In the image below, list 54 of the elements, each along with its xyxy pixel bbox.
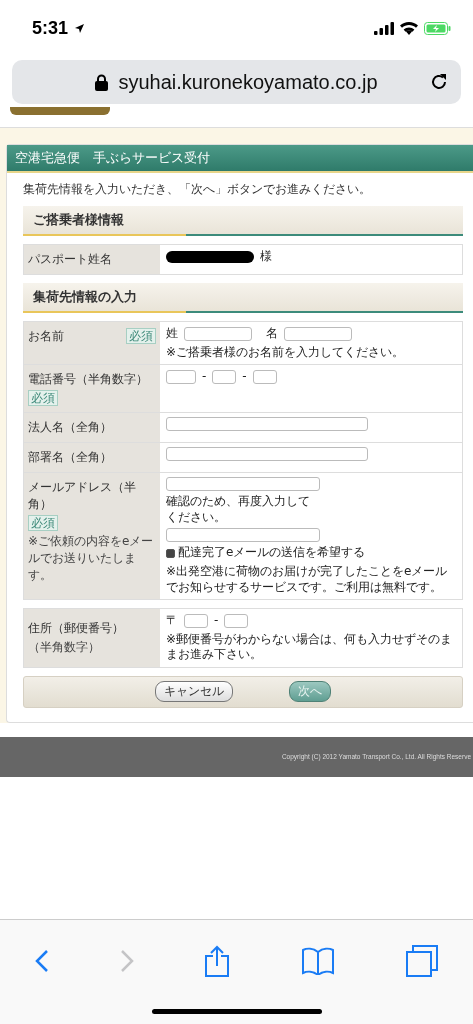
field-label: （半角数字） [28,639,101,657]
field-label: 電話番号（半角数字） [28,371,148,389]
clock-time: 5:31 [32,17,69,39]
field-label: 部署名（全角） [28,449,112,467]
reload-icon[interactable] [429,72,449,92]
field-label: お名前 [28,328,64,345]
battery-charging-icon [424,21,451,35]
field-label: メールアドレス（半角） [28,479,137,514]
share-icon[interactable] [204,945,231,977]
section-heading: ご搭乗者様情報 [23,206,463,236]
required-badge: 必須 [126,328,156,344]
checkbox-label: 配達完了eメールの送信を希望する [178,545,366,561]
input-field[interactable] [224,613,249,628]
field-label: パスポート姓名 [28,251,112,268]
section-heading: 集荷先情報の入力 [23,283,463,313]
input-field[interactable] [166,370,196,384]
required-badge: 必須 [28,515,58,532]
input-field[interactable] [166,477,320,492]
hint-text: ※出発空港に荷物のお届けが完了したことをeメールでお知らせするサービスです。ご利用は無料です。 [166,563,449,596]
back-icon[interactable] [35,949,50,973]
page-title: 空港宅急便 手ぶらサービス受付 [7,145,473,173]
checkbox[interactable] [166,548,175,558]
required-badge: 必須 [28,390,58,407]
hint-text: ※郵便番号がわからない場合は、何も入力せずそのままお進み下さい。 [166,631,454,663]
hint-text: ※ご搭乗者様のお名前を入力してください。 [166,344,406,361]
intro-text: 集荷先情報を入力いただき、「次へ」ボタンでお進みください。 [23,181,372,198]
input-field[interactable] [166,528,320,543]
field-label: 名 [266,326,278,342]
honorific-text: 様 [260,249,272,265]
url-text: syuhai.kuronekoyamato.co.jp [118,70,378,94]
location-arrow-icon [74,22,86,34]
lock-icon [95,73,109,91]
input-field[interactable] [252,370,277,384]
signal-icon [374,21,394,35]
book-icon[interactable] [301,947,336,975]
separator-text: - [242,369,247,385]
field-label: 住所（郵便番号） [28,620,124,638]
address-bar[interactable]: syuhai.kuronekoyamato.co.jp [12,60,461,104]
field-label: 姓 [166,326,178,342]
input-field[interactable] [212,370,237,384]
input-field[interactable] [166,447,368,462]
cancel-button[interactable]: キャンセル [155,681,233,703]
input-field[interactable] [284,326,352,341]
input-field[interactable] [184,326,252,341]
separator-text: - [214,613,219,629]
separator-text: - [202,369,207,385]
input-field[interactable] [166,417,368,432]
field-label: 法人名（全角） [28,419,112,437]
input-field[interactable] [184,613,208,628]
field-note: ※ご依頼の内容をeメールでお送りいたします。 [28,533,155,585]
hint-text: 確認のため、再度入力してください。 [166,494,311,526]
wifi-icon [400,21,418,35]
tabs-icon[interactable] [405,945,438,977]
postal-mark: 〒 [166,613,178,629]
